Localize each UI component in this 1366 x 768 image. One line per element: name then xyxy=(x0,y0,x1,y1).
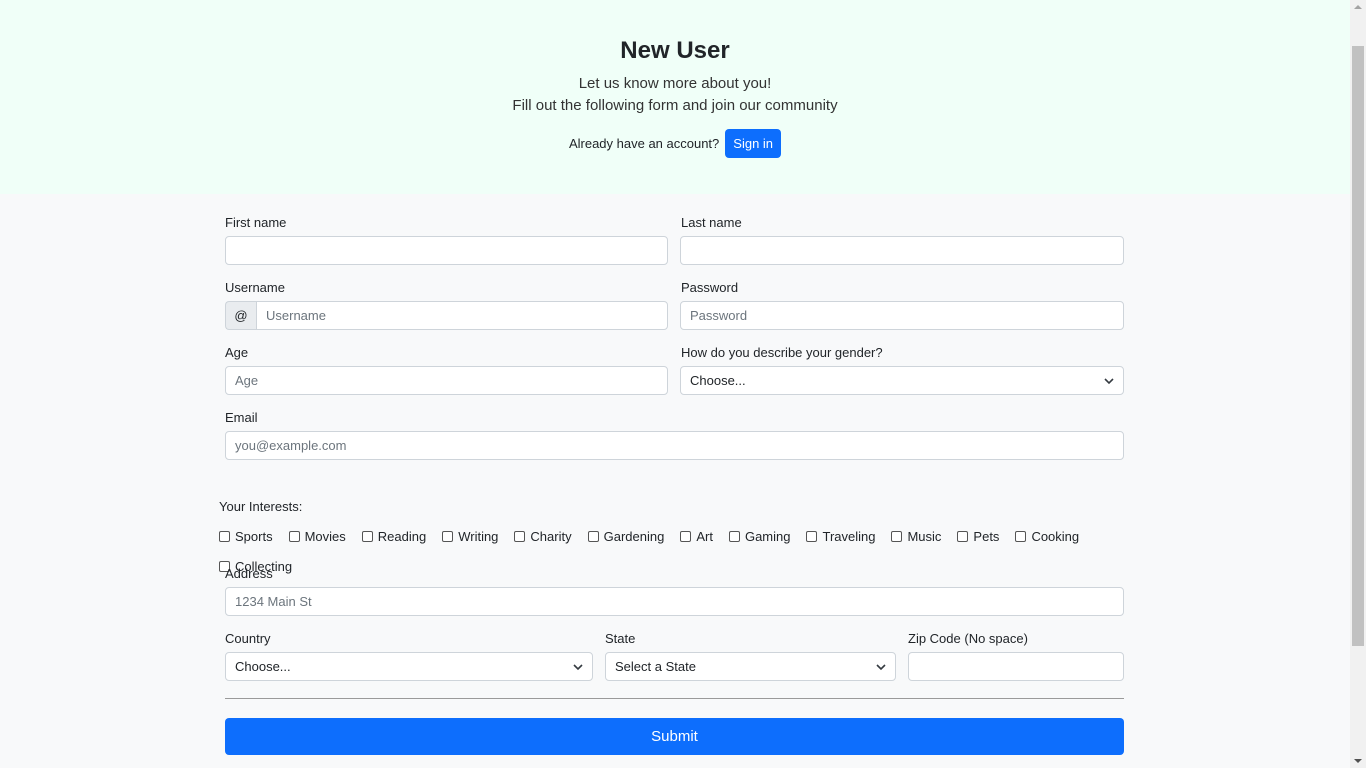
submit-button[interactable]: Submit xyxy=(225,718,1124,755)
address-input[interactable] xyxy=(225,587,1124,616)
last-name-input[interactable] xyxy=(680,236,1124,265)
interests-row-2: Collecting xyxy=(219,551,1139,581)
registration-form: First name Last name Username @ Password… xyxy=(0,194,1350,768)
scroll-down-arrow-icon[interactable] xyxy=(1354,759,1362,763)
state-select[interactable]: Select a State xyxy=(605,652,896,681)
first-name-label: First name xyxy=(225,215,287,230)
country-select[interactable]: Choose... xyxy=(225,652,593,681)
chevron-down-icon xyxy=(876,663,886,670)
checkbox-icon[interactable] xyxy=(728,530,740,542)
interest-label: Music xyxy=(907,528,942,544)
interest-label: Charity xyxy=(530,528,572,544)
gender-selected-value: Choose... xyxy=(690,373,746,388)
username-label: Username xyxy=(225,280,285,295)
signin-row: Already have an account? Sign in xyxy=(0,129,1350,158)
interest-label: Gaming xyxy=(744,528,791,544)
interest-movies-checkbox[interactable]: Movies xyxy=(288,528,346,544)
interest-label: Art xyxy=(696,528,713,544)
scroll-up-arrow-icon[interactable] xyxy=(1354,5,1362,9)
state-label: State xyxy=(605,631,636,646)
gender-label: How do you describe your gender? xyxy=(681,345,883,360)
age-input[interactable] xyxy=(225,366,668,395)
checkbox-icon[interactable] xyxy=(891,530,903,542)
interest-traveling-checkbox[interactable]: Traveling xyxy=(806,529,875,544)
interests-row-1: Sports Movies Reading Writing Charity Ga… xyxy=(219,521,1139,551)
age-label: Age xyxy=(225,345,249,360)
interests-label: Your Interests: xyxy=(219,499,303,514)
password-input[interactable] xyxy=(680,301,1124,330)
checkbox-icon[interactable] xyxy=(806,530,818,542)
checkbox-icon[interactable] xyxy=(680,530,692,542)
checkbox-icon[interactable] xyxy=(219,530,230,542)
interest-label: Movies xyxy=(304,528,346,544)
interest-label: Pets xyxy=(973,528,1000,544)
checkbox-icon[interactable] xyxy=(442,530,454,542)
checkbox-icon[interactable] xyxy=(587,530,599,542)
interests-group: Your Interests: Sports Movies Reading Wr… xyxy=(219,499,1139,581)
zip-input[interactable] xyxy=(908,652,1124,681)
zip-label: Zip Code (No space) xyxy=(908,631,1028,646)
checkbox-icon[interactable] xyxy=(514,530,526,542)
password-label: Password xyxy=(681,280,739,295)
interest-pets-checkbox[interactable]: Pets xyxy=(957,529,999,544)
checkbox-icon[interactable] xyxy=(1015,530,1027,542)
username-input[interactable] xyxy=(256,301,668,330)
divider xyxy=(225,698,1124,699)
state-selected-value: Select a State xyxy=(615,659,696,674)
country-selected-value: Choose... xyxy=(235,659,291,674)
interest-label: Gardening xyxy=(603,528,665,544)
country-label: Country xyxy=(225,631,271,646)
interest-label: Traveling xyxy=(822,528,876,544)
at-sign-addon: @ xyxy=(225,301,256,330)
last-name-label: Last name xyxy=(681,215,742,230)
address-label: Address xyxy=(225,566,273,581)
page-header: New User Let us know more about you! Fil… xyxy=(0,0,1350,194)
email-input[interactable] xyxy=(225,431,1124,460)
checkbox-icon[interactable] xyxy=(957,530,969,542)
interest-cooking-checkbox[interactable]: Cooking xyxy=(1015,529,1079,544)
interest-sports-checkbox[interactable]: Sports xyxy=(219,529,273,544)
interest-charity-checkbox[interactable]: Charity xyxy=(514,528,572,544)
interest-label: Cooking xyxy=(1031,528,1080,544)
checkbox-icon[interactable] xyxy=(361,530,373,542)
checkbox-icon[interactable] xyxy=(288,530,300,542)
interest-label: Writing xyxy=(458,528,499,544)
interest-art-checkbox[interactable]: Art xyxy=(680,529,713,544)
interest-writing-checkbox[interactable]: Writing xyxy=(442,529,498,544)
subtitle-line-2: Fill out the following form and join our… xyxy=(512,97,838,114)
first-name-input[interactable] xyxy=(225,236,668,265)
gender-select[interactable]: Choose... xyxy=(680,366,1124,395)
interest-music-checkbox[interactable]: Music xyxy=(891,529,941,544)
page-title: New User xyxy=(620,37,730,64)
email-label: Email xyxy=(225,410,258,425)
interest-reading-checkbox[interactable]: Reading xyxy=(361,528,427,544)
interest-label: Reading xyxy=(377,528,427,544)
interest-label: Sports xyxy=(235,528,273,544)
interest-gaming-checkbox[interactable]: Gaming xyxy=(728,528,791,544)
signin-prompt: Already have an account? xyxy=(568,136,720,151)
interest-gardening-checkbox[interactable]: Gardening xyxy=(587,528,665,544)
chevron-down-icon xyxy=(1104,377,1114,384)
scrollbar-thumb[interactable] xyxy=(1352,46,1364,646)
page-scrollbar[interactable] xyxy=(1350,0,1366,768)
chevron-down-icon xyxy=(573,663,583,670)
sign-in-button[interactable]: Sign in xyxy=(725,129,782,158)
subtitle-line-1: Let us know more about you! xyxy=(578,75,772,92)
